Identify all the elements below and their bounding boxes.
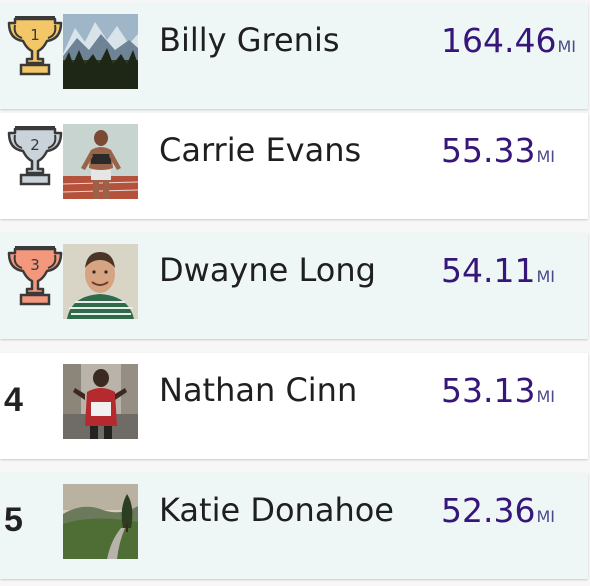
leaderboard-row[interactable]: 2 Carrie Evans 55.33MI [0, 113, 588, 219]
leaderboard-row[interactable]: 1 Billy Grenis 164.46MI [0, 3, 588, 109]
trophy-rank-label: 2 [30, 136, 40, 154]
distance-unit: MI [536, 507, 556, 526]
distance-number: 52.36 [441, 491, 536, 530]
trophy-rank-label: 3 [30, 256, 40, 274]
leaderboard-row[interactable]: 3 Dwayne Long 54.11MI [0, 233, 588, 339]
distance-unit: MI [536, 267, 556, 286]
distance-unit: MI [557, 37, 576, 56]
rank-cell: 2 [4, 113, 63, 219]
bronze-trophy-icon: 3 [7, 246, 63, 306]
leaderboard: 1 Billy Grenis 164.46MI 2 Carrie Evans 5… [0, 0, 590, 586]
distance-value: 55.33MI [441, 131, 555, 170]
gold-trophy-icon: 1 [7, 16, 63, 76]
distance-unit: MI [536, 147, 556, 166]
athlete-name[interactable]: Katie Donahoe [159, 491, 394, 529]
athlete-name[interactable]: Carrie Evans [159, 131, 361, 169]
avatar[interactable] [63, 364, 138, 439]
leaderboard-row[interactable]: 4 Nathan Cinn 53.13MI [0, 353, 588, 459]
athlete-name[interactable]: Dwayne Long [159, 251, 376, 289]
mountain-forest-photo [63, 14, 138, 89]
distance-value: 54.11MI [441, 251, 555, 290]
silver-trophy-icon: 2 [7, 126, 63, 186]
distance-number: 53.13 [441, 371, 536, 410]
distance-unit: MI [536, 387, 556, 406]
hillside-road-photo [63, 484, 138, 559]
distance-number: 55.33 [441, 131, 536, 170]
rank-number: 4 [4, 381, 23, 419]
distance-value: 52.36MI [441, 491, 555, 530]
rank-number: 5 [4, 501, 23, 539]
trophy-rank-label: 1 [30, 26, 40, 44]
leaderboard-row[interactable]: 5 Katie Donahoe 52.36MI [0, 473, 588, 579]
smiling-man-photo [63, 244, 138, 319]
avatar[interactable] [63, 14, 138, 89]
distance-number: 164.46 [441, 21, 557, 60]
avatar[interactable] [63, 124, 138, 199]
runner-on-track-photo [63, 124, 138, 199]
avatar[interactable] [63, 484, 138, 559]
distance-value: 164.46MI [441, 21, 576, 60]
distance-value: 53.13MI [441, 371, 555, 410]
rank-cell: 3 [4, 233, 63, 339]
marathon-runner-photo [63, 364, 138, 439]
avatar[interactable] [63, 244, 138, 319]
athlete-name[interactable]: Billy Grenis [159, 21, 340, 59]
distance-number: 54.11 [441, 251, 536, 290]
athlete-name[interactable]: Nathan Cinn [159, 371, 357, 409]
rank-cell: 4 [4, 353, 62, 459]
rank-cell: 1 [4, 3, 63, 109]
rank-cell: 5 [4, 473, 62, 579]
